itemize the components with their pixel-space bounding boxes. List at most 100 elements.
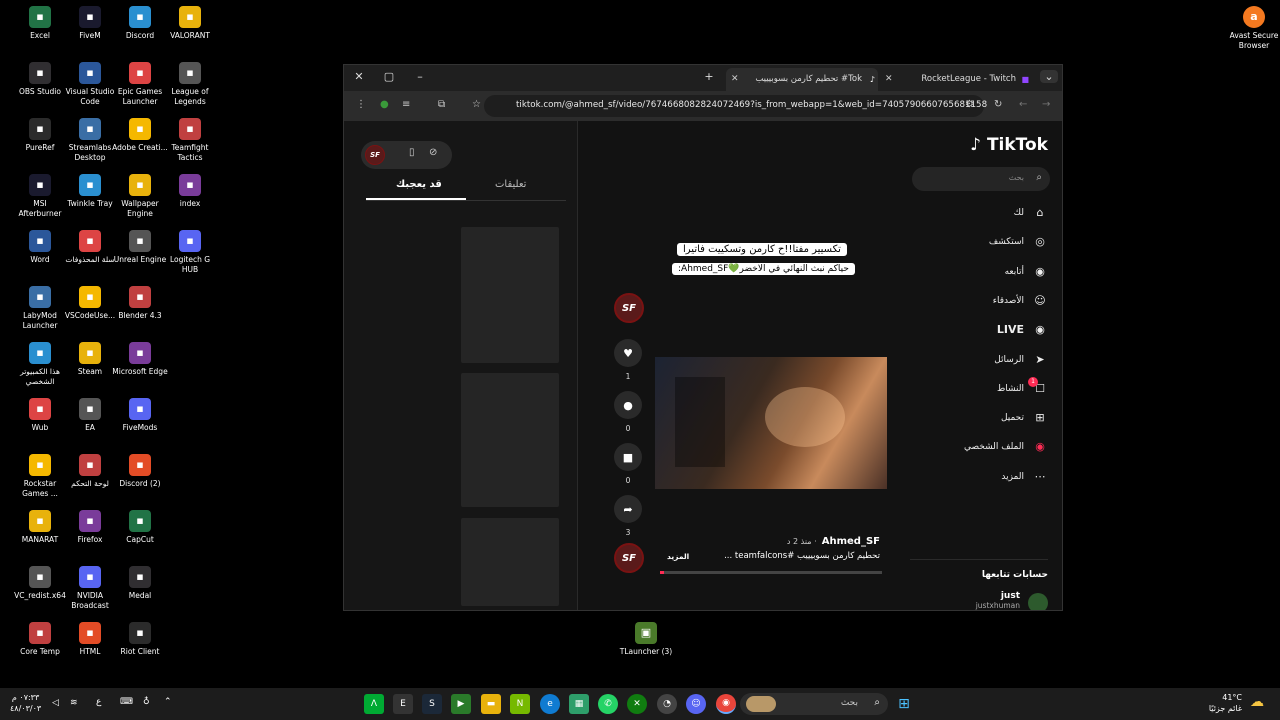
desktop-icon[interactable]: ▪ Logitech G HUB xyxy=(162,230,218,275)
nav-item[interactable]: أتابعه ◉ xyxy=(908,262,1048,282)
maximize-button[interactable]: ▢ xyxy=(380,70,398,83)
desktop-icon[interactable]: ▪ Unreal Engine xyxy=(112,230,168,265)
desktop-icon[interactable]: ▪ Steam xyxy=(62,342,118,377)
taskbar-game-icon[interactable]: ▶ xyxy=(451,694,471,714)
desktop-icon[interactable]: ▪ Rockstar Games ... xyxy=(12,454,68,499)
nav-item[interactable]: الأصدقاء ☺ xyxy=(908,291,1048,311)
video-player[interactable] xyxy=(655,357,887,489)
search-bar[interactable]: ⌕ بحث xyxy=(912,167,1050,191)
taskbar-whatsapp-icon[interactable]: ✆ xyxy=(598,694,618,714)
followed-account[interactable]: just justxhuman xyxy=(908,591,1048,610)
comment-button[interactable]: ● 0 xyxy=(614,391,642,433)
minimize-button[interactable]: – xyxy=(411,70,429,83)
avatar[interactable]: SF xyxy=(365,145,385,165)
tiktok-logo[interactable]: ♪ TikTok xyxy=(970,135,1048,155)
taskbar-xbox-icon[interactable]: ✕ xyxy=(627,694,647,714)
desktop-icon[interactable]: ▪ MSI Afterburner xyxy=(12,174,68,219)
desktop-icon[interactable]: ▪ League of Legends xyxy=(162,62,218,107)
bookmark-star-icon[interactable]: ☆ xyxy=(472,99,481,110)
desktop-icon[interactable]: ▪ Discord (2) xyxy=(112,454,168,489)
music-disc[interactable]: SF xyxy=(614,543,644,573)
site-settings-icon[interactable]: ⚙ xyxy=(965,99,974,110)
desktop-icon[interactable]: ▪ VC_redist.x64 xyxy=(12,566,68,601)
nav-item[interactable]: الرسائل ➤ xyxy=(908,350,1048,370)
forward-icon[interactable]: ← xyxy=(1019,99,1027,110)
desktop-icon-tlauncher[interactable]: ▣ TLauncher (3) xyxy=(618,622,674,657)
nav-item[interactable]: المزيد ⋯ xyxy=(908,467,1048,487)
nav-item[interactable]: الملف الشخصي ◉ xyxy=(908,437,1048,457)
tab-search-icon[interactable]: ⌄ xyxy=(1040,70,1058,83)
desktop-icon[interactable]: ▪ index xyxy=(162,174,218,209)
reload-icon[interactable]: ↻ xyxy=(994,99,1002,110)
desktop-icon[interactable]: ▪ CapCut xyxy=(112,510,168,545)
desktop-icon[interactable]: ▪ VSCodeUse... xyxy=(62,286,118,321)
back-icon[interactable]: → xyxy=(1042,99,1050,110)
wifi-icon[interactable]: ≋ xyxy=(70,698,78,708)
mic-icon[interactable]: ♁ xyxy=(143,697,150,707)
save-button[interactable]: ■ 0 xyxy=(614,443,642,485)
desktop-icon[interactable]: ▪ Microsoft Edge xyxy=(112,342,168,377)
close-tab-icon[interactable]: ✕ xyxy=(731,68,739,91)
close-tab-icon[interactable]: ✕ xyxy=(885,68,893,91)
nav-item[interactable]: النشاط ☐ 1 xyxy=(908,376,1048,399)
tab-liked[interactable]: قد يعجبك xyxy=(396,179,442,190)
desktop-icon[interactable]: ▪ PureRef xyxy=(12,118,68,153)
tab-comments[interactable]: تعليقات xyxy=(495,179,526,190)
desktop-icon[interactable]: ▪ FiveM xyxy=(62,6,118,41)
weather-widget[interactable]: 41°C غائم جزئيًا xyxy=(1200,692,1242,714)
desktop-icon[interactable]: ▪ لوحة التحكم xyxy=(62,454,118,489)
start-icon[interactable]: ⊞ xyxy=(894,694,914,714)
taskbar-epic-icon[interactable]: E xyxy=(393,694,413,714)
taskbar-search[interactable]: بحث ⌕ xyxy=(740,693,888,715)
desktop-icon[interactable]: ▪ Streamlabs Desktop xyxy=(62,118,118,163)
like-button[interactable]: ♥ 1 xyxy=(614,339,642,381)
desktop-icon[interactable]: ▪ Teamfight Tactics xyxy=(162,118,218,163)
nav-item[interactable]: تحميل ⊞ xyxy=(908,408,1048,428)
taskbar-speed-icon[interactable]: ◔ xyxy=(657,694,677,714)
tab-tiktok[interactable]: ✕ Tok# تحطيم كارمن بسوبيييب ♪ xyxy=(726,68,878,91)
extension-icon[interactable]: ● xyxy=(380,99,389,110)
desktop-icon[interactable]: ▪ Medal xyxy=(112,566,168,601)
video-thumbnail[interactable] xyxy=(461,518,559,606)
menu-icon[interactable]: ⋮ xyxy=(356,99,366,110)
taskbar-discord-icon[interactable]: ☺ xyxy=(686,694,706,714)
desktop-icon[interactable]: ▪ VALORANT xyxy=(162,6,218,41)
nav-item[interactable]: لك ⌂ xyxy=(908,203,1048,223)
nav-item[interactable]: LIVE ◉ xyxy=(908,320,1048,340)
close-window-button[interactable]: ✕ xyxy=(350,70,368,83)
author-name[interactable]: Ahmed_SF xyxy=(822,536,880,547)
video-thumbnail[interactable] xyxy=(461,373,559,507)
desktop-icon[interactable]: ▪ Twinkle Tray xyxy=(62,174,118,209)
language-indicator[interactable]: ع xyxy=(96,697,101,707)
tab-twitch[interactable]: ✕ RocketLeague - Twitch ■ xyxy=(880,68,1032,91)
desktop-icon[interactable]: ▪ Visual Studio Code xyxy=(62,62,118,107)
desktop-icon[interactable]: ▪ Blender 4.3 xyxy=(112,286,168,321)
desktop-icon[interactable]: ▪ HTML xyxy=(62,622,118,657)
desktop-icon[interactable]: ▪ هذا الكمبيوتر الشخصي xyxy=(12,342,68,387)
chevron-up-icon[interactable]: ⌃ xyxy=(164,697,172,707)
keyboard-icon[interactable]: ⌨ xyxy=(120,697,133,707)
taskbar-edge-icon[interactable]: e xyxy=(540,694,560,714)
clock[interactable]: ٠٧:٣٣ م ٤٨/٠٣/٠٣ xyxy=(10,692,41,714)
desktop-icon[interactable]: ▪ OBS Studio xyxy=(12,62,68,97)
reading-list-icon[interactable]: ≡ xyxy=(402,99,410,110)
desktop-icon[interactable]: ▪ EA xyxy=(62,398,118,433)
desktop-icon[interactable]: ▪ Firefox xyxy=(62,510,118,545)
share-button[interactable]: ➦ 3 xyxy=(614,495,642,537)
taskbar-nvidia-icon[interactable]: N xyxy=(510,694,530,714)
desktop-icon-avast[interactable]: a Avast Secure Browser xyxy=(1227,6,1280,51)
desktop-icon[interactable]: ▪ MANARAT xyxy=(12,510,68,545)
desktop-icon[interactable]: ▪ Riot Client xyxy=(112,622,168,657)
video-thumbnail[interactable] xyxy=(461,227,559,363)
more-link[interactable]: المزيد xyxy=(667,552,689,561)
device-icon[interactable]: ▯ xyxy=(409,147,415,158)
url-field[interactable]: tiktok.com/@ahmed_sf/video/7674668082824… xyxy=(484,95,987,117)
desktop-icon[interactable]: ▪ Discord xyxy=(112,6,168,41)
desktop-icon[interactable]: ▪ Word xyxy=(12,230,68,265)
desktop-icon[interactable]: ▪ Epic Games Launcher xyxy=(112,62,168,107)
desktop-icon[interactable]: ▪ NVIDIA Broadcast xyxy=(62,566,118,611)
desktop-icon[interactable]: ▪ سلة المحذوفات xyxy=(62,230,118,265)
author-avatar[interactable]: SF xyxy=(614,293,644,323)
extensions-icon[interactable]: ⧉ xyxy=(438,99,445,110)
desktop-icon[interactable]: ▪ Excel xyxy=(12,6,68,41)
